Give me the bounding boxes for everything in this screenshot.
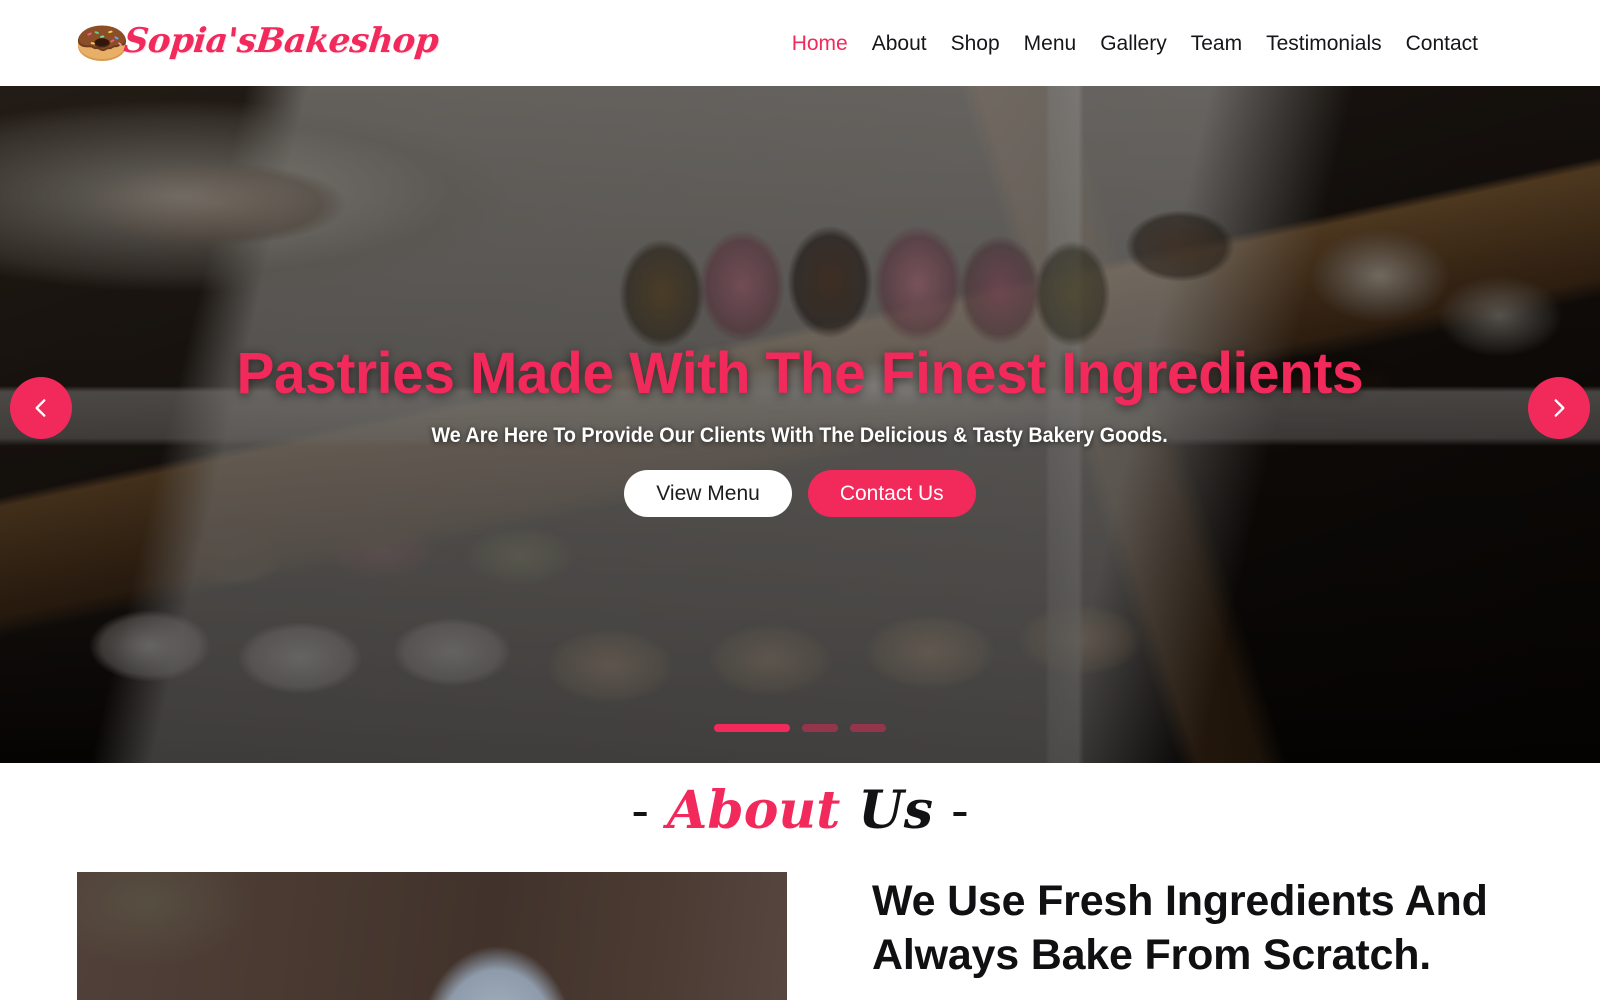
about-content: We Use Fresh Ingredients And Always Bake…: [77, 872, 1523, 1000]
chevron-right-icon: [1554, 399, 1565, 417]
main-nav: Home About Shop Menu Gallery Team Testim…: [780, 0, 1490, 86]
heading-accent-word: About: [667, 780, 841, 841]
contact-us-button[interactable]: Contact Us: [807, 470, 976, 518]
heading-dash-right: -: [951, 781, 969, 841]
hero-title: Pastries Made With The Finest Ingredient…: [236, 341, 1364, 406]
nav-item-testimonials[interactable]: Testimonials: [1254, 27, 1394, 60]
heading-dash-left: -: [631, 781, 649, 841]
carousel-prev-button[interactable]: [10, 377, 72, 439]
about-image: [77, 872, 787, 1000]
nav-item-about[interactable]: About: [860, 27, 939, 60]
hero-actions: View Menu Contact Us: [624, 470, 976, 518]
about-title: We Use Fresh Ingredients And Always Bake…: [872, 877, 1488, 980]
about-section: - About Us - We Use Fresh Ingredients An…: [0, 763, 1600, 1000]
brand-logo[interactable]: Sopia'sBakeshop: [74, 12, 441, 70]
nav-item-home[interactable]: Home: [780, 27, 860, 60]
nav-item-contact[interactable]: Contact: [1394, 27, 1490, 60]
hero-subtitle: We Are Here To Provide Our Clients With …: [431, 423, 1169, 447]
view-menu-button[interactable]: View Menu: [624, 470, 792, 518]
nav-item-shop[interactable]: Shop: [939, 27, 1012, 60]
hero-content: Pastries Made With The Finest Ingredient…: [0, 86, 1600, 763]
carousel-dot-2[interactable]: [802, 724, 838, 732]
chevron-left-icon: [35, 399, 46, 417]
carousel-indicators: [0, 724, 1600, 732]
nav-item-team[interactable]: Team: [1179, 27, 1254, 60]
nav-item-menu[interactable]: Menu: [1012, 27, 1089, 60]
about-text-block: We Use Fresh Ingredients And Always Bake…: [787, 872, 1523, 1000]
brand-name: Sopia'sBakeshop: [121, 21, 441, 61]
nav-item-gallery[interactable]: Gallery: [1088, 27, 1179, 60]
heading-rest-word: Us: [858, 780, 933, 841]
carousel-dot-1[interactable]: [714, 724, 790, 732]
hero-carousel: Pastries Made With The Finest Ingredient…: [0, 86, 1600, 763]
about-section-heading: - About Us -: [0, 785, 1600, 838]
carousel-next-button[interactable]: [1528, 377, 1590, 439]
carousel-dot-3[interactable]: [850, 724, 886, 732]
site-header: Sopia'sBakeshop Home About Shop Menu Gal…: [0, 0, 1600, 86]
